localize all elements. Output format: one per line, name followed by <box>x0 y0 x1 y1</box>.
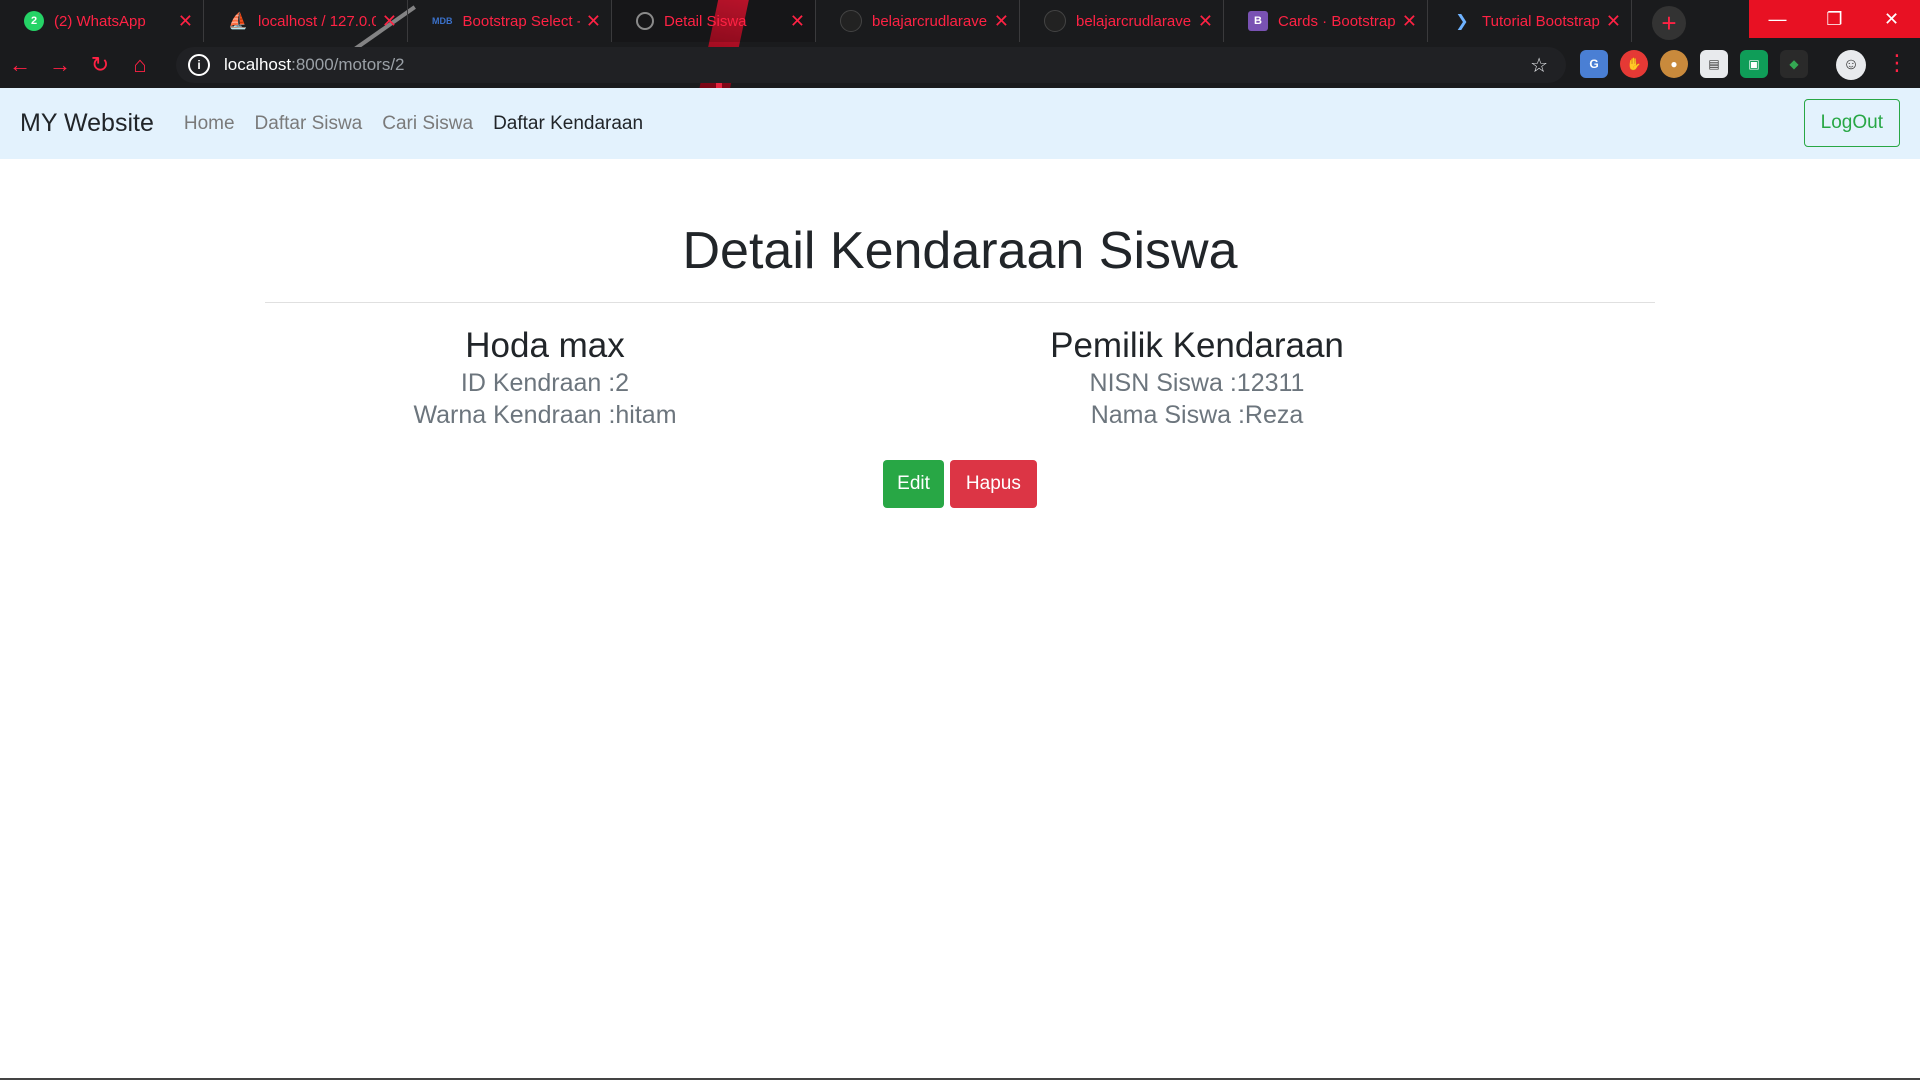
profile-avatar-icon[interactable]: ☺ <box>1836 50 1866 80</box>
address-bar[interactable]: i localhost:8000/motors/2 ☆ <box>176 47 1566 83</box>
vehicle-id-line: ID Kendraan :2 <box>265 367 825 399</box>
home-icon[interactable]: ⌂ <box>120 52 160 78</box>
translate-icon[interactable]: G <box>1580 50 1608 78</box>
tab-strip: 2 (2) WhatsApp ✕ ⛵ localhost / 127.0.0 ✕… <box>0 0 1740 42</box>
menu-kebab-icon[interactable]: ⋮ <box>1886 50 1908 76</box>
close-icon[interactable]: ✕ <box>1606 11 1621 32</box>
nav-link-daftar-kendaraan[interactable]: Daftar Kendaraan <box>493 113 643 135</box>
tab-title: localhost / 127.0.0 <box>258 12 376 30</box>
forward-icon[interactable]: → <box>40 52 80 78</box>
owner-nisn-value: 12311 <box>1236 369 1305 397</box>
nav-link-home[interactable]: Home <box>184 113 235 135</box>
address-url[interactable]: localhost:8000/motors/2 <box>224 55 405 75</box>
browser-tab[interactable]: ❯ Tutorial Bootstrap ✕ <box>1428 0 1632 42</box>
close-icon[interactable]: ✕ <box>1402 11 1417 32</box>
whatsapp-icon: 2 <box>24 11 44 31</box>
browser-tab[interactable]: belajarcrudlaravel/ ✕ <box>1020 0 1224 42</box>
url-path: :8000/motors/2 <box>291 55 405 74</box>
owner-name-line: Nama Siswa :Reza <box>917 399 1477 431</box>
bootstrap-icon: B <box>1248 11 1268 31</box>
close-icon[interactable]: ✕ <box>994 11 1009 32</box>
tab-title: belajarcrudlaravel/ <box>872 12 988 30</box>
owner-heading: Pemilik Kendaraan <box>1050 326 1344 365</box>
owner-name-value: Reza <box>1244 401 1304 429</box>
vehicle-color-label: Warna Kendraan : <box>413 401 616 429</box>
main-content: Detail Kendaraan Siswa Hoda max ID Kendr… <box>265 159 1655 508</box>
github-icon <box>840 10 862 32</box>
tab-title: Tutorial Bootstrap <box>1482 12 1600 30</box>
phpmyadmin-icon: ⛵ <box>228 13 248 30</box>
close-icon[interactable]: ✕ <box>586 11 601 32</box>
owner-name-label: Nama Siswa : <box>1090 401 1245 429</box>
bookmark-star-icon[interactable]: ☆ <box>1530 53 1548 78</box>
close-icon[interactable]: ✕ <box>178 11 193 32</box>
tab-title: (2) WhatsApp <box>54 12 146 30</box>
github-icon <box>1044 10 1066 32</box>
tab-title: Cards · Bootstrap <box>1278 12 1396 30</box>
owner-column: Pemilik Kendaraan NISN Siswa :12311 Nama… <box>917 303 1477 431</box>
edit-button[interactable]: Edit <box>883 460 944 508</box>
classroom-icon[interactable]: ▣ <box>1740 50 1768 78</box>
browser-tab[interactable]: 2 (2) WhatsApp ✕ <box>0 0 204 42</box>
nav-link-cari-siswa[interactable]: Cari Siswa <box>382 113 473 135</box>
logout-button[interactable]: LogOut <box>1803 99 1900 147</box>
navbar-brand[interactable]: MY Website <box>20 109 154 138</box>
vehicle-color-value: hitam <box>615 401 677 429</box>
reload-icon[interactable]: ↻ <box>80 52 120 78</box>
browser-tab[interactable]: belajarcrudlaravel/ ✕ <box>816 0 1020 42</box>
vehicle-id-value: 2 <box>615 369 630 397</box>
vehicle-color-line: Warna Kendraan :hitam <box>265 399 825 431</box>
page-title: Detail Kendaraan Siswa <box>682 222 1238 280</box>
nav-link-daftar-siswa[interactable]: Daftar Siswa <box>255 113 363 135</box>
owner-nisn-label: NISN Siswa : <box>1089 369 1237 397</box>
browser-chrome: 2 (2) WhatsApp ✕ ⛵ localhost / 127.0.0 ✕… <box>0 0 1920 88</box>
vehicle-column: Hoda max ID Kendraan :2 Warna Kendraan :… <box>265 303 825 431</box>
owner-nisn-line: NISN Siswa :12311 <box>917 367 1477 399</box>
tutorial-icon: ❯ <box>1455 13 1469 30</box>
cookie-icon[interactable]: ● <box>1660 50 1688 78</box>
tab-title: Bootstrap Select - <box>462 12 580 30</box>
mdb-icon: MDB <box>432 16 453 26</box>
tab-title: Detail Siswa <box>664 12 747 30</box>
close-icon[interactable]: ✕ <box>790 11 805 32</box>
site-info-icon[interactable]: i <box>188 54 210 76</box>
window-controls: — ❐ ✕ <box>1749 0 1920 38</box>
back-icon[interactable]: ← <box>0 52 40 78</box>
vehicle-id-label: ID Kendraan : <box>460 369 616 397</box>
minimize-button[interactable]: — <box>1749 0 1806 38</box>
new-tab-button[interactable]: + <box>1652 6 1686 40</box>
browser-tab[interactable]: MDB Bootstrap Select - ✕ <box>408 0 612 42</box>
browser-tab[interactable]: ⛵ localhost / 127.0.0 ✕ <box>204 0 408 42</box>
url-host: localhost <box>224 55 292 74</box>
nav-links: Home Daftar Siswa Cari Siswa Daftar Kend… <box>184 113 643 135</box>
navbar: MY Website Home Daftar Siswa Cari Siswa … <box>0 88 1920 159</box>
tab-title: belajarcrudlaravel/ <box>1076 12 1192 30</box>
browser-tab[interactable]: B Cards · Bootstrap ✕ <box>1224 0 1428 42</box>
close-icon[interactable]: ✕ <box>382 11 397 32</box>
printer-icon[interactable]: ▤ <box>1700 50 1728 78</box>
browser-toolbar: ← → ↻ ⌂ i localhost:8000/motors/2 ☆ G ✋ … <box>0 42 1920 88</box>
extensions-bar: G ✋ ● ▤ ▣ ◆ <box>1580 50 1808 78</box>
action-buttons: Edit Hapus <box>265 460 1655 508</box>
detail-columns: Hoda max ID Kendraan :2 Warna Kendraan :… <box>265 303 1655 431</box>
vehicle-name: Hoda max <box>465 326 625 365</box>
delete-button[interactable]: Hapus <box>949 460 1037 508</box>
browser-tab-active[interactable]: Detail Siswa ✕ <box>612 0 816 42</box>
adblock-icon[interactable]: ✋ <box>1620 50 1648 78</box>
close-icon[interactable]: ✕ <box>1198 11 1213 32</box>
drive-icon[interactable]: ◆ <box>1780 50 1808 78</box>
globe-icon <box>636 12 654 30</box>
restore-button[interactable]: ❐ <box>1806 0 1863 38</box>
close-window-button[interactable]: ✕ <box>1863 0 1920 38</box>
